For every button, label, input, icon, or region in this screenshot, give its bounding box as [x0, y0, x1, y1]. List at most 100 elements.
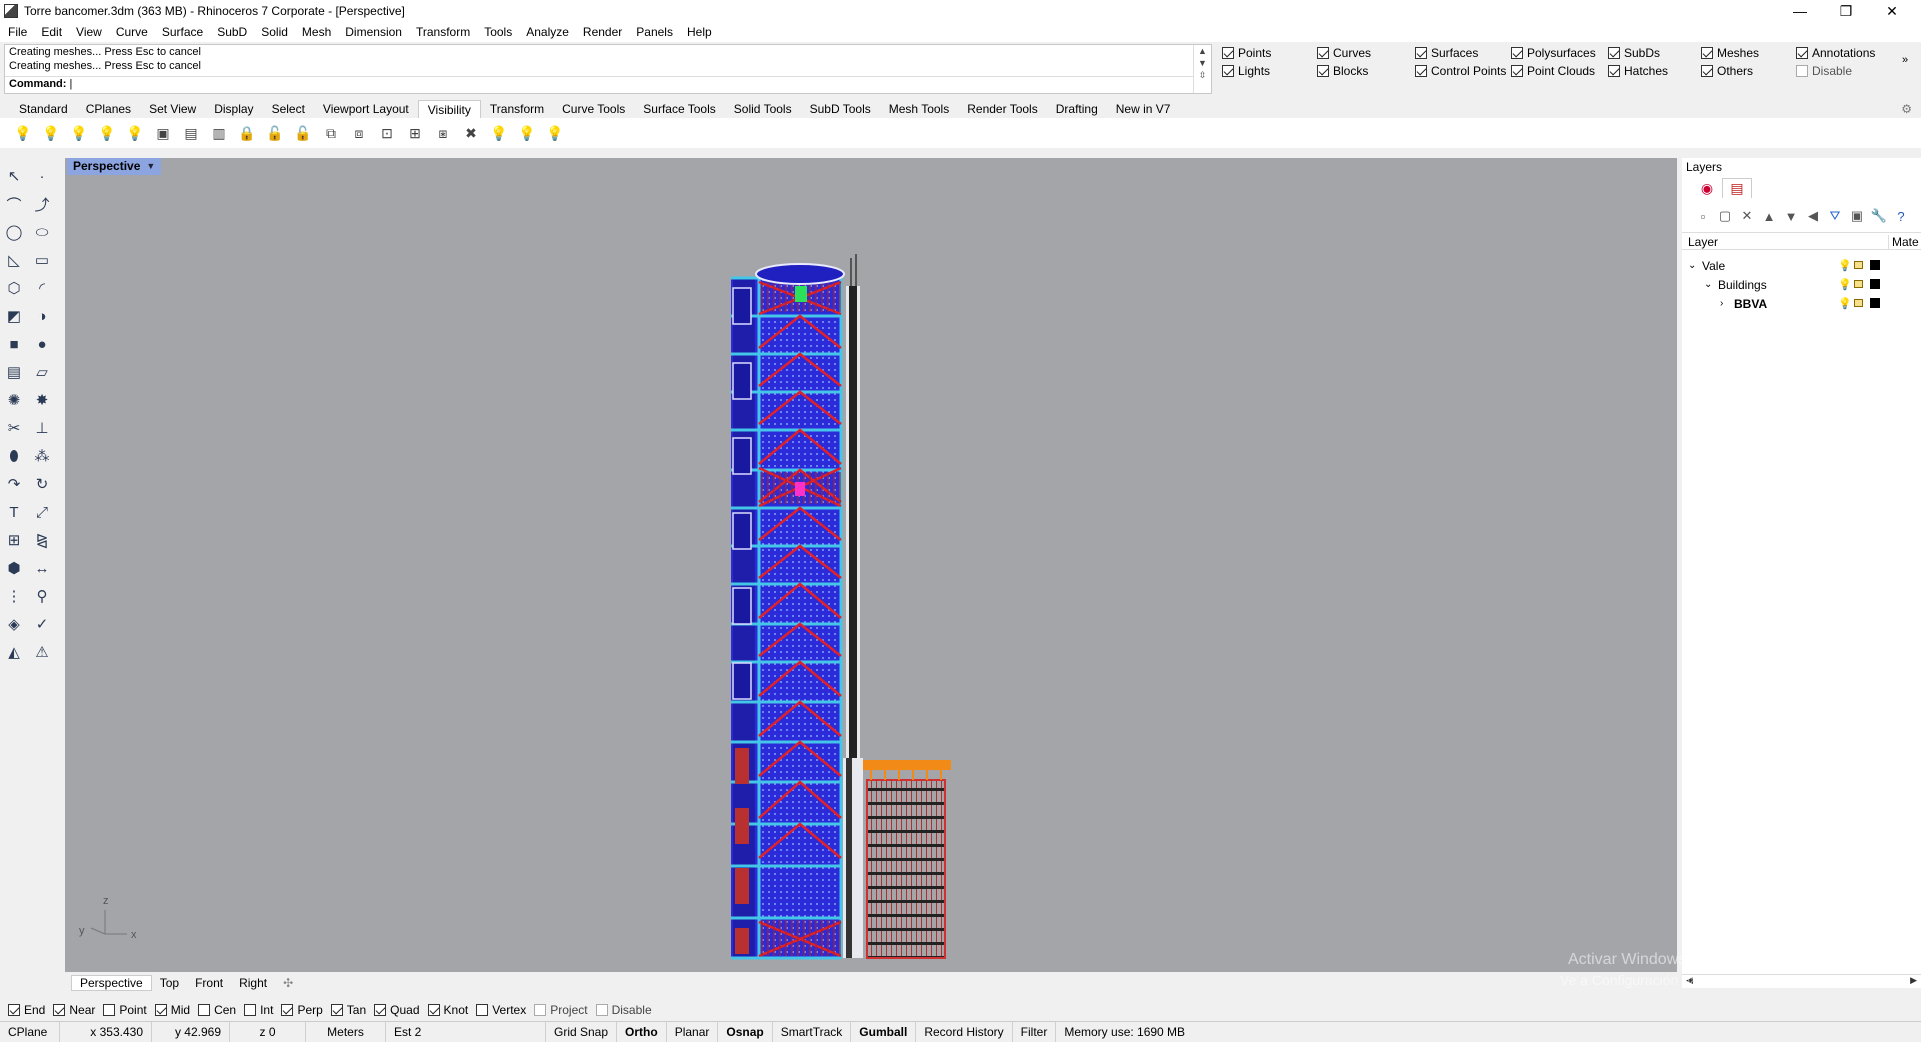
show-selected-bulb-icon[interactable]: 💡	[96, 122, 118, 144]
layer-lock-icon[interactable]	[1854, 261, 1863, 269]
status-current-layer[interactable]: Est 2	[386, 1021, 546, 1042]
material-column-header[interactable]: Mate	[1888, 235, 1919, 249]
filter-subds[interactable]: SubDs	[1608, 46, 1660, 60]
tab-subd-tools[interactable]: SubD Tools	[801, 100, 880, 118]
circle-icon[interactable]: ◯	[2, 220, 26, 244]
tab-set-view[interactable]: Set View	[140, 100, 205, 118]
menu-analyze[interactable]: Analyze	[526, 25, 569, 39]
isolate-icon[interactable]: ⊡	[376, 122, 398, 144]
menu-file[interactable]: File	[8, 25, 27, 39]
tab-new-in-v7[interactable]: New in V7	[1107, 100, 1180, 118]
layer-row[interactable]: ⌄ Vale 💡	[1682, 256, 1921, 275]
layer-visible-bulb-icon[interactable]: 💡	[1838, 297, 1852, 310]
ellipse-icon[interactable]: ⬭	[30, 220, 54, 244]
layer-visible-bulb-icon[interactable]: 💡	[1838, 278, 1852, 291]
menu-curve[interactable]: Curve	[116, 25, 148, 39]
collapsed-chevron-icon[interactable]: ›	[1720, 298, 1723, 309]
offset-curve-icon[interactable]: ◑	[30, 304, 54, 328]
lock-objects-icon[interactable]: ⧈	[348, 122, 370, 144]
menu-panels[interactable]: Panels	[636, 25, 673, 39]
osnap-quad[interactable]: Quad	[374, 1003, 420, 1017]
group-icon[interactable]: ⁂	[30, 444, 54, 468]
osnap-knot[interactable]: Knot	[427, 1003, 468, 1017]
checkbox[interactable]	[1222, 47, 1234, 59]
fillet-icon[interactable]: ◩	[2, 304, 26, 328]
osnap-tan[interactable]: Tan	[330, 1003, 366, 1017]
cylinder-icon[interactable]: ▤	[2, 360, 26, 384]
status-ortho[interactable]: Ortho	[617, 1021, 667, 1042]
show-objects-icon[interactable]: ▣	[152, 122, 174, 144]
filter-point-clouds[interactable]: Point Clouds	[1511, 64, 1595, 78]
analyze-icon[interactable]: ◈	[2, 612, 26, 636]
filter-polysurfaces[interactable]: Polysurfaces	[1511, 46, 1596, 60]
checkbox[interactable]	[427, 1004, 440, 1016]
checkbox[interactable]	[244, 1004, 257, 1016]
menu-surface[interactable]: Surface	[162, 25, 203, 39]
checkbox[interactable]	[1608, 47, 1620, 59]
render-icon[interactable]: ◭	[2, 640, 26, 664]
layer-color-swatch[interactable]	[1870, 260, 1880, 270]
tab-display[interactable]: Display	[205, 100, 262, 118]
polyline-icon[interactable]: ⌒	[2, 192, 26, 216]
checkbox[interactable]	[374, 1004, 387, 1016]
tab-visibility[interactable]: Visibility	[417, 100, 481, 118]
polygon-icon[interactable]: ⬡	[2, 276, 26, 300]
wrench-icon[interactable]: 🔧	[1868, 206, 1890, 226]
flow-icon[interactable]: ⚲	[30, 584, 54, 608]
checkbox[interactable]	[8, 1004, 20, 1016]
isolate-lock-icon[interactable]: ⊞	[404, 122, 426, 144]
curve-icon[interactable]: ⤴	[30, 192, 54, 216]
menu-mesh[interactable]: Mesh	[302, 25, 331, 39]
status-osnap[interactable]: Osnap	[718, 1021, 773, 1042]
osnap-disable[interactable]: Disable	[595, 1003, 652, 1017]
swap-hidden-icon[interactable]: ▥	[208, 122, 230, 144]
filter-control-points[interactable]: Control Points	[1415, 64, 1506, 78]
box-icon[interactable]: ■	[2, 332, 26, 356]
command-prompt[interactable]: Command: |	[5, 76, 1193, 92]
filter-curves[interactable]: Curves	[1317, 46, 1371, 60]
filter-others[interactable]: Others	[1701, 64, 1753, 78]
select-arrow-icon[interactable]: ↖	[2, 164, 26, 188]
view-tab-right[interactable]: Right	[231, 976, 275, 990]
array-icon[interactable]: ⊞	[2, 528, 26, 552]
tower[interactable]	[731, 263, 845, 960]
status-cplane[interactable]: CPlane	[0, 1021, 60, 1042]
layer-visible-bulb-icon[interactable]: 💡	[1838, 259, 1852, 272]
menu-view[interactable]: View	[76, 25, 102, 39]
model-geometry[interactable]: z x y	[65, 158, 1677, 972]
annex-building[interactable]	[863, 760, 951, 959]
minimize-button[interactable]: —	[1777, 0, 1823, 22]
tab-curve-tools[interactable]: Curve Tools	[553, 100, 634, 118]
checkbox[interactable]	[1511, 65, 1523, 77]
check-icon[interactable]: ✓	[30, 612, 54, 636]
grid-array-icon[interactable]: ⋮	[2, 584, 26, 608]
layer-lock-icon[interactable]	[1854, 280, 1863, 288]
move-layer-to-parent-icon[interactable]: ◀	[1802, 206, 1824, 226]
osnap-end[interactable]: End	[8, 1003, 45, 1017]
osnap-project[interactable]: Project	[534, 1003, 588, 1017]
filter-disable[interactable]: Disable	[1796, 64, 1852, 78]
filter-surfaces[interactable]: Surfaces	[1415, 46, 1478, 60]
filter-points[interactable]: Points	[1222, 46, 1271, 60]
point-icon[interactable]: ·	[30, 164, 54, 188]
add-view-tab-icon[interactable]: ✣	[275, 976, 301, 990]
checkbox[interactable]	[103, 1004, 116, 1016]
menu-solid[interactable]: Solid	[261, 25, 288, 39]
tab-cplanes[interactable]: CPlanes	[77, 100, 140, 118]
dimension-icon[interactable]: ↔	[30, 556, 54, 580]
surface-icon[interactable]: ▱	[30, 360, 54, 384]
filter-lights[interactable]: Lights	[1222, 64, 1270, 78]
menu-transform[interactable]: Transform	[416, 25, 470, 39]
checkbox[interactable]	[1511, 47, 1523, 59]
layer-color-swatch[interactable]	[1870, 298, 1880, 308]
block-icon[interactable]: ⬢	[2, 556, 26, 580]
checkbox[interactable]	[53, 1004, 66, 1016]
gear-solid-icon[interactable]: ✺	[2, 388, 26, 412]
osnap-point[interactable]: Point	[103, 1003, 147, 1017]
checkbox[interactable]	[198, 1004, 211, 1016]
layer-bulb-icon[interactable]: 💡	[544, 122, 566, 144]
status-filter[interactable]: Filter	[1013, 1021, 1057, 1042]
status-grid-snap[interactable]: Grid Snap	[546, 1021, 618, 1042]
tower-core[interactable]	[843, 254, 863, 958]
menu-render[interactable]: Render	[583, 25, 622, 39]
